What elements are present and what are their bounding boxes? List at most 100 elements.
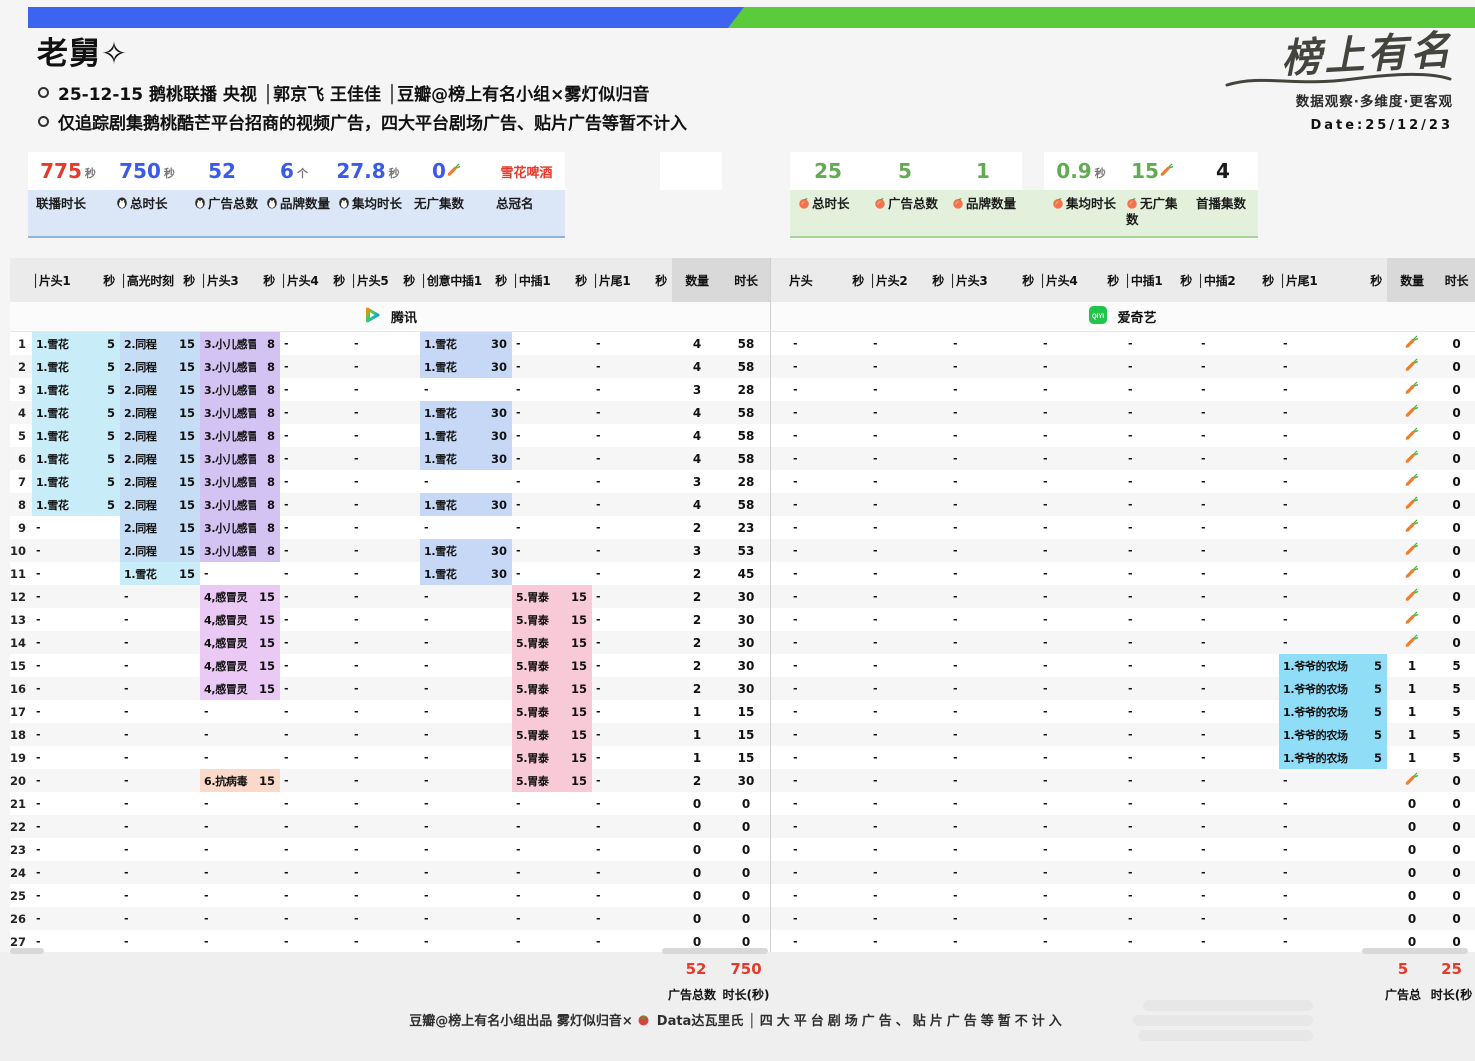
ad-seconds-cell <box>328 539 350 562</box>
ad-brand-cell: - <box>1197 792 1255 815</box>
count-cell: 0 <box>1387 797 1437 811</box>
ad-brand-cell: - <box>32 585 96 608</box>
ad-brand-cell: - <box>1279 562 1359 585</box>
row-number: 10 <box>10 544 32 558</box>
ad-seconds-cell <box>176 792 200 815</box>
ad-brand-cell: - <box>32 861 96 884</box>
tencent-summary-stats: 775秒750秒526个27.8秒0雪花啤酒 联播时长总时长广告总数品牌数量集均… <box>28 152 565 238</box>
ad-seconds-cell <box>845 332 869 355</box>
ad-seconds-cell <box>486 838 512 861</box>
table-row: 16--4,感冒灵15---5.胃泰15-230------1.爷爷的农场515 <box>10 677 1475 700</box>
ad-brand-cell: - <box>592 585 648 608</box>
peach-icon <box>798 197 810 212</box>
iqiyi-total-ads-label: 广告总 <box>1378 986 1428 1003</box>
ad-brand-cell: - <box>592 700 648 723</box>
ad-brand-cell: - <box>789 930 845 953</box>
ad-brand-cell: - <box>1279 447 1359 470</box>
ad-seconds-cell <box>925 401 949 424</box>
ad-seconds-cell <box>486 861 512 884</box>
ad-brand-cell: - <box>949 470 1013 493</box>
table-row: 19------5.胃泰15-115------1.爷爷的农场515 <box>10 746 1475 769</box>
table-header-row: │片头1秒│高光时刻秒│片头3秒│片头4秒│片头5秒│创意中插1秒│中插1秒│片… <box>10 258 1475 302</box>
count-cell <box>1387 772 1437 789</box>
ad-seconds-cell <box>398 470 420 493</box>
note-line: 仅追踪剧集鹅桃酷芒平台招商的视频广告，四大平台剧场广告、贴片广告等暂不计入 <box>38 107 687 136</box>
stat-label: 总时长 <box>790 190 866 236</box>
ad-brand-cell: - <box>512 539 568 562</box>
ad-brand-cell: 1.雪花 <box>32 493 96 516</box>
ad-seconds-cell <box>96 608 120 631</box>
ad-seconds-cell <box>96 562 120 585</box>
ad-brand-cell: - <box>1124 470 1175 493</box>
ad-seconds-cell <box>486 746 512 769</box>
ad-brand-cell: - <box>789 332 845 355</box>
ad-brand-cell: 5.胃泰 <box>512 585 568 608</box>
ad-brand-cell: - <box>1197 378 1255 401</box>
ad-seconds-cell <box>1099 539 1124 562</box>
ad-brand-cell: - <box>1124 424 1175 447</box>
row-number: 16 <box>10 682 32 696</box>
ad-seconds-cell <box>1359 401 1387 424</box>
ad-seconds-cell: 5 <box>96 355 120 378</box>
table-row: 23--------00-------00 <box>10 838 1475 861</box>
ad-seconds-cell: 15 <box>176 378 200 401</box>
carrot-icon <box>1404 611 1418 628</box>
duration-cell: 30 <box>722 613 770 627</box>
ad-seconds-cell <box>486 792 512 815</box>
iqiyi-icon: QIYI <box>1089 306 1107 328</box>
ad-seconds-cell <box>328 677 350 700</box>
ad-seconds-cell <box>1099 907 1124 930</box>
ad-brand-cell: - <box>120 700 176 723</box>
ad-brand-cell: - <box>869 424 925 447</box>
ad-brand-cell: - <box>1197 861 1255 884</box>
stat-label: 广告总数 <box>866 190 944 236</box>
ad-brand-cell: - <box>120 884 176 907</box>
table-row: 81.雪花52.同程153.小儿感冒8--1.雪花30--458-------0 <box>10 493 1475 516</box>
row-number: 7 <box>10 475 32 489</box>
stat-label: 广告总数 <box>186 190 258 236</box>
ad-seconds-cell <box>398 631 420 654</box>
ad-brand-cell: - <box>869 838 925 861</box>
ad-seconds-cell <box>845 746 869 769</box>
ad-brand-cell: - <box>120 769 176 792</box>
duration-cell: 0 <box>722 866 770 880</box>
ad-seconds-cell <box>1099 401 1124 424</box>
footer-text-right: │四大平台剧场广告、贴片广告等暂不计入 <box>748 1014 1066 1029</box>
duration-cell: 5 <box>1437 659 1475 673</box>
ad-brand-cell: - <box>512 332 568 355</box>
ad-seconds-cell: 5 <box>1359 654 1387 677</box>
ad-seconds-cell <box>176 884 200 907</box>
ad-brand-cell: - <box>949 585 1013 608</box>
report-page: 老舅✧ 25-12-15 鹅桃联播 央视 │郭京飞 王佳佳 │豆瓣@榜上有名小组… <box>0 0 1475 1061</box>
stat-label-text: 无广集数 <box>414 196 464 211</box>
row-number: 15 <box>10 659 32 673</box>
stat-label: 品牌数量 <box>944 190 1022 236</box>
ad-seconds-cell <box>486 930 512 953</box>
ad-brand-cell: 5.胃泰 <box>512 769 568 792</box>
ad-seconds-cell <box>328 723 350 746</box>
ad-seconds-cell <box>925 907 949 930</box>
tencent-row-cells: 9-2.同程153.小儿感冒8-----223 <box>10 516 770 539</box>
ad-brand-cell: - <box>1124 516 1175 539</box>
ad-seconds-cell <box>1175 700 1197 723</box>
ad-brand-cell: 1.爷爷的农场 <box>1279 677 1359 700</box>
ad-brand-cell: - <box>350 884 398 907</box>
ad-brand-cell: - <box>789 493 845 516</box>
tencent-row-cells: 21--------00 <box>10 792 770 815</box>
iqiyi-row-cells: -------0 <box>770 769 1475 792</box>
ad-brand-cell: - <box>592 539 648 562</box>
ad-seconds-cell <box>1175 769 1197 792</box>
ad-seconds-cell <box>486 585 512 608</box>
duration-cell: 0 <box>1437 820 1475 834</box>
ad-seconds-cell <box>1359 608 1387 631</box>
column-header-seconds: 秒 <box>486 258 512 302</box>
ad-seconds-cell <box>96 631 120 654</box>
ad-seconds-cell <box>486 723 512 746</box>
column-header: │片头4 <box>280 272 328 289</box>
ad-brand-cell: - <box>592 424 648 447</box>
footer-text-left: 豆瓣@榜上有名小组出品 雾灯似归音× <box>409 1014 632 1029</box>
ad-brand-cell: - <box>120 815 176 838</box>
ad-brand-cell: - <box>1197 539 1255 562</box>
ad-brand-cell: - <box>512 493 568 516</box>
ad-brand-cell: - <box>1124 930 1175 953</box>
